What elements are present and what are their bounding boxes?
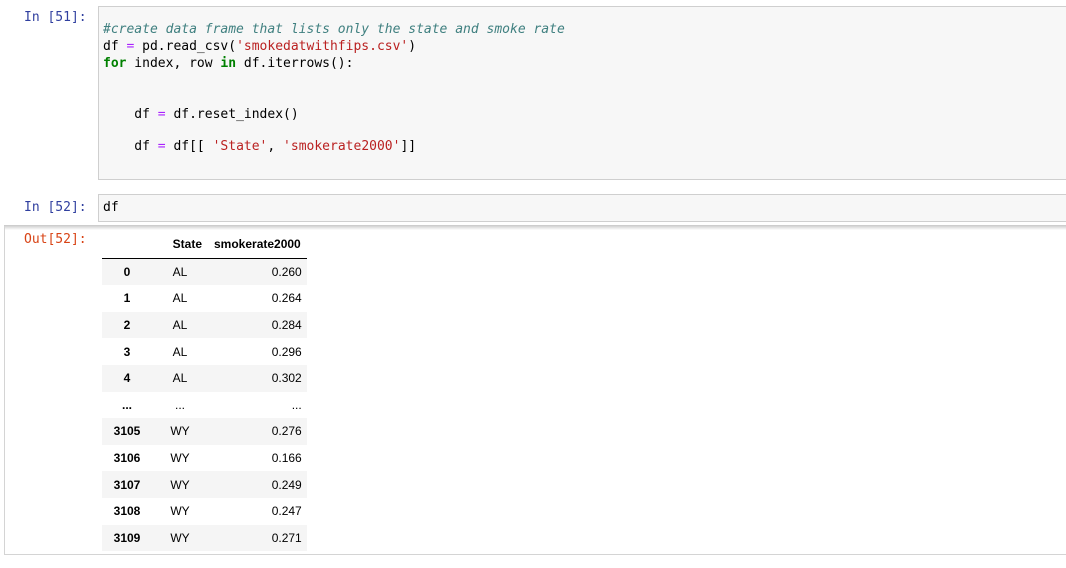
code-cell-52[interactable]	[98, 194, 1066, 222]
code-line-select-columns: df = df[[ 'State', 'smokerate2000']]	[103, 139, 416, 154]
cell-smokerate: 0.284	[271, 318, 302, 333]
input-prompt-52: In [52]:	[24, 200, 87, 215]
cell-state: AL	[172, 264, 188, 279]
code-string: 'smokedatwithfips.csv'	[236, 39, 409, 54]
cell-state: AL	[172, 344, 188, 359]
cell-state: WY	[170, 530, 190, 545]
table-row: 3105 WY 0.276	[102, 418, 307, 445]
cell-smokerate: 0.276	[271, 424, 302, 439]
output-border-left	[4, 226, 5, 555]
table-row: 2 AL 0.284	[102, 311, 307, 339]
row-index: 2	[123, 318, 131, 333]
cell-smokerate: 0.296	[271, 344, 302, 359]
code-token: index, row	[126, 56, 221, 71]
output-separator	[4, 225, 1066, 230]
row-index: 3106	[113, 451, 141, 466]
cell-smokerate: ...	[291, 397, 302, 412]
code-token: df	[103, 107, 158, 122]
code-token: ]]	[400, 139, 417, 154]
cell-smokerate: 0.166	[271, 451, 302, 466]
row-index: 4	[123, 371, 131, 386]
row-index: 0	[123, 264, 131, 279]
row-index: ...	[121, 397, 132, 412]
table-row: 0 AL 0.260	[102, 258, 307, 286]
code-token: df.reset_index()	[165, 107, 299, 122]
code-token: )	[408, 39, 417, 54]
code-token: df	[103, 139, 158, 154]
code-token: df[[	[165, 139, 213, 154]
cell-smokerate: 0.271	[271, 530, 302, 545]
code-line-read-csv: df = pd.read_csv('smokedatwithfips.csv')	[103, 39, 416, 54]
code-line-reset-index: df = df.reset_index()	[103, 107, 299, 122]
cell-state: WY	[170, 424, 190, 439]
code-operator: =	[157, 107, 166, 122]
cell-smokerate: 0.247	[271, 504, 302, 519]
code-token: df.iterrows():	[236, 56, 354, 71]
cell-smokerate: 0.249	[271, 477, 302, 492]
code-token: pd.read_csv(	[134, 39, 237, 54]
row-index: 1	[123, 291, 131, 306]
code-string: 'State'	[212, 139, 268, 154]
table-row: 3 AL 0.296	[102, 338, 307, 365]
table-row: 3107 WY 0.249	[102, 471, 307, 498]
input-prompt-51: In [51]:	[24, 10, 87, 25]
row-index: 3107	[113, 477, 141, 492]
table-row-ellipsis: .........	[102, 392, 307, 419]
code-line-for-loop: for index, row in df.iterrows():	[103, 56, 353, 71]
cell-smokerate: 0.264	[271, 291, 302, 306]
cell-state: WY	[170, 504, 190, 519]
code-keyword: for	[103, 56, 127, 71]
table-row: 3108 WY 0.247	[102, 498, 307, 525]
cell-state: AL	[172, 318, 188, 333]
cell-smokerate: 0.260	[271, 264, 302, 279]
code-string: 'smokerate2000'	[283, 139, 401, 154]
row-index: 3	[123, 344, 131, 359]
code-token: ,	[267, 139, 284, 154]
code-keyword: in	[220, 56, 237, 71]
row-index: 3108	[113, 504, 141, 519]
table-row: 1 AL 0.264	[102, 285, 307, 312]
dataframe-table: State smokerate2000 0 AL 0.260 1 AL 0.264 2 A…	[102, 231, 307, 552]
row-index: 3109	[113, 530, 141, 545]
code-operator: =	[157, 139, 166, 154]
table-header-row: State smokerate2000	[102, 231, 307, 259]
cell-state: WY	[170, 477, 190, 492]
code-token: df	[103, 39, 127, 54]
cell-smokerate: 0.302	[271, 371, 302, 386]
code-line-df: df	[103, 200, 119, 215]
cell-state: AL	[172, 371, 188, 386]
column-header-smokerate2000: smokerate2000	[208, 231, 307, 259]
output-prompt-52: Out[52]:	[24, 232, 87, 247]
code-comment: #create data frame that lists only the s…	[103, 22, 565, 37]
table-row: 3109 WY 0.271	[102, 524, 307, 552]
code-comment-line: #create data frame that lists only the s…	[103, 22, 565, 37]
cell-state: AL	[172, 291, 188, 306]
table-row: 3106 WY 0.166	[102, 445, 307, 472]
cell-state: ...	[174, 397, 185, 412]
column-header-state: State	[152, 231, 208, 259]
index-header	[102, 231, 152, 259]
cell-state: WY	[170, 451, 190, 466]
output-border-bottom	[4, 554, 1066, 555]
row-index: 3105	[113, 424, 141, 439]
table-row: 4 AL 0.302	[102, 364, 307, 392]
